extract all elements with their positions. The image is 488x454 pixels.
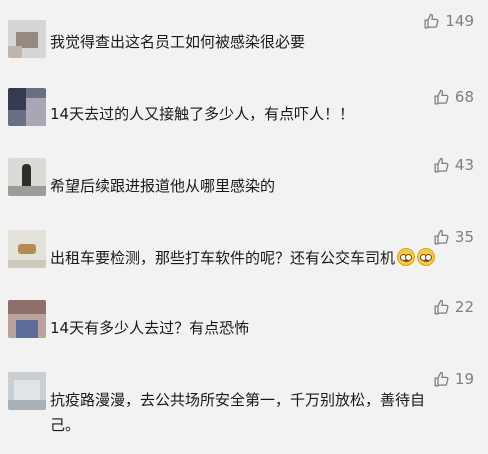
comment-text-content: 出租车要检测，那些打车软件的呢？还有公交车司机 (50, 249, 396, 267)
like-button[interactable]: 19 (433, 370, 474, 388)
like-button[interactable]: 43 (433, 156, 474, 174)
avatar[interactable] (8, 88, 46, 126)
thumbs-up-icon (434, 157, 449, 173)
thumbs-up-icon (434, 299, 449, 315)
comment-text: 14天有多少人去过？有点恐怖 (50, 319, 250, 337)
comment-item: 抗疫路漫漫，去公共场所安全第一，千万别放松，善待自己。 19 (0, 370, 488, 440)
comment-text: 14天去过的人又接触了多少人，有点吓人！！ (50, 105, 355, 123)
avatar[interactable] (8, 372, 46, 410)
comment-text: 希望后续跟进报道他从哪里感染的 (50, 177, 276, 195)
comment-item: 14天有多少人去过？有点恐怖 22 (0, 298, 488, 344)
comment-item: 14天去过的人又接触了多少人，有点吓人！！ 68 (0, 86, 488, 138)
avatar[interactable] (8, 230, 46, 268)
like-count: 149 (445, 12, 474, 30)
comment-text: 抗疫路漫漫，去公共场所安全第一，千万别放松，善待自己。 (50, 391, 426, 434)
avatar[interactable] (8, 158, 46, 196)
nickname[interactable] (50, 228, 270, 244)
avatar[interactable] (8, 20, 46, 58)
nickname[interactable] (50, 86, 270, 102)
pleading-face-emoji-icon (417, 248, 436, 266)
like-count: 43 (454, 156, 474, 174)
nickname[interactable] (50, 298, 270, 314)
like-button[interactable]: 22 (433, 298, 474, 316)
like-count: 68 (454, 88, 474, 106)
like-count: 19 (454, 370, 474, 388)
comment-item: 出租车要检测，那些打车软件的呢？还有公交车司机 35 (0, 228, 488, 272)
like-count: 35 (454, 228, 474, 246)
like-count: 22 (454, 298, 474, 316)
nickname[interactable] (50, 370, 270, 386)
comment-text: 我觉得查出这名员工如何被感染很必要 (50, 33, 306, 51)
comment-item: 我觉得查出这名员工如何被感染很必要 149 (0, 10, 488, 62)
pleading-face-emoji-icon (397, 248, 416, 266)
avatar[interactable] (8, 300, 46, 338)
thumbs-up-icon (424, 13, 439, 29)
comment-item: 希望后续跟进报道他从哪里感染的 43 (0, 156, 488, 202)
comment-text: 出租车要检测，那些打车软件的呢？还有公交车司机 (50, 246, 470, 271)
thumbs-up-icon (434, 371, 449, 387)
nickname[interactable] (50, 10, 270, 26)
like-button[interactable]: 149 (423, 12, 474, 30)
like-button[interactable]: 68 (433, 88, 474, 106)
thumbs-up-icon (434, 229, 449, 245)
nickname[interactable] (50, 156, 270, 172)
like-button[interactable]: 35 (433, 228, 474, 246)
thumbs-up-icon (434, 89, 449, 105)
